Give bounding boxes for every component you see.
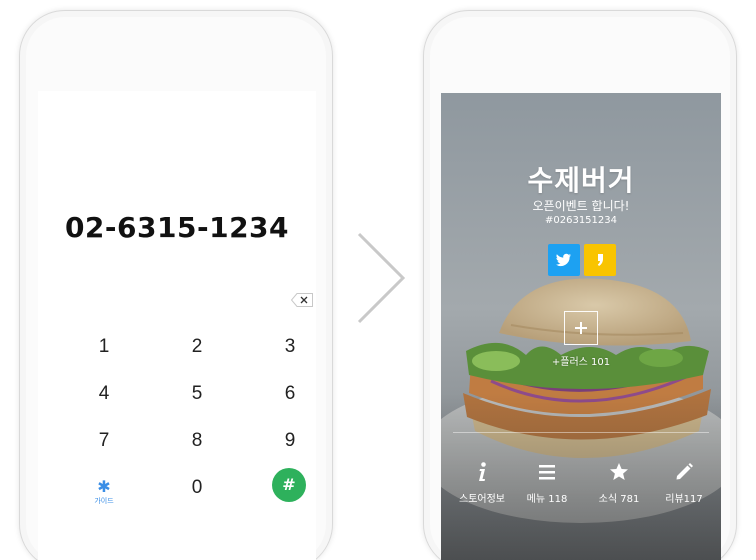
tab-store-info[interactable]: 스토어정보 bbox=[447, 461, 517, 505]
key-4[interactable]: 4 bbox=[74, 374, 134, 414]
tab-news[interactable]: 소식 781 bbox=[584, 461, 654, 505]
tab-divider bbox=[453, 432, 709, 433]
tab-label: 리뷰117 bbox=[665, 494, 703, 505]
key-star-guide[interactable]: ✱ 가이드 bbox=[74, 479, 134, 506]
asterisk-icon: ✱ bbox=[97, 477, 111, 496]
dialed-number: 02-6315-1234 bbox=[64, 211, 290, 244]
key-9[interactable]: 9 bbox=[260, 421, 316, 461]
tab-menu[interactable]: 메뉴 118 bbox=[512, 461, 582, 505]
chevron-right-icon bbox=[357, 232, 406, 324]
store-hashtag: #0263151234 bbox=[544, 215, 617, 226]
tab-label: 소식 781 bbox=[598, 494, 640, 505]
key-5[interactable]: 5 bbox=[167, 374, 227, 414]
star-icon bbox=[610, 463, 628, 480]
key-1[interactable]: 1 bbox=[74, 327, 134, 367]
twitter-share-button[interactable] bbox=[548, 244, 580, 276]
key-7[interactable]: 7 bbox=[74, 421, 134, 461]
tab-review[interactable]: 리뷰117 bbox=[649, 461, 719, 505]
info-icon bbox=[479, 462, 486, 481]
pencil-icon bbox=[676, 463, 693, 480]
dialer-screen: 02-6315-1234 1 2 3 4 5 6 7 8 9 ✱ 가이드 0 # bbox=[38, 91, 316, 560]
key-0[interactable]: 0 bbox=[167, 468, 227, 508]
store-title: 수제버거 bbox=[527, 164, 635, 197]
key-3[interactable]: 3 bbox=[260, 327, 316, 367]
store-screen: 수제버거 오픈이벤트 합니다! #0263151234 +플러스 101 스토어… bbox=[441, 93, 721, 560]
plus-count-label: +플러스 101 bbox=[551, 357, 611, 368]
key-6[interactable]: 6 bbox=[260, 374, 316, 414]
key-hash[interactable]: # bbox=[272, 468, 306, 502]
quote-icon bbox=[597, 254, 603, 266]
phone-dialer: 02-6315-1234 1 2 3 4 5 6 7 8 9 ✱ 가이드 0 # bbox=[19, 10, 333, 560]
tab-label: 메뉴 118 bbox=[526, 494, 568, 505]
promo-stage: 02-6315-1234 1 2 3 4 5 6 7 8 9 ✱ 가이드 0 # bbox=[0, 0, 756, 560]
backspace-icon[interactable] bbox=[291, 293, 313, 307]
key-2[interactable]: 2 bbox=[167, 327, 227, 367]
phone-store: 수제버거 오픈이벤트 합니다! #0263151234 +플러스 101 스토어… bbox=[423, 10, 737, 560]
tab-label: 스토어정보 bbox=[459, 494, 505, 505]
plus-follow-button[interactable] bbox=[564, 311, 598, 345]
guide-label: 가이드 bbox=[94, 497, 114, 505]
kakao-share-button[interactable] bbox=[584, 244, 616, 276]
menu-icon bbox=[539, 465, 555, 480]
key-8[interactable]: 8 bbox=[167, 421, 227, 461]
twitter-icon bbox=[556, 253, 571, 267]
store-subtitle: 오픈이벤트 합니다! bbox=[532, 199, 630, 213]
